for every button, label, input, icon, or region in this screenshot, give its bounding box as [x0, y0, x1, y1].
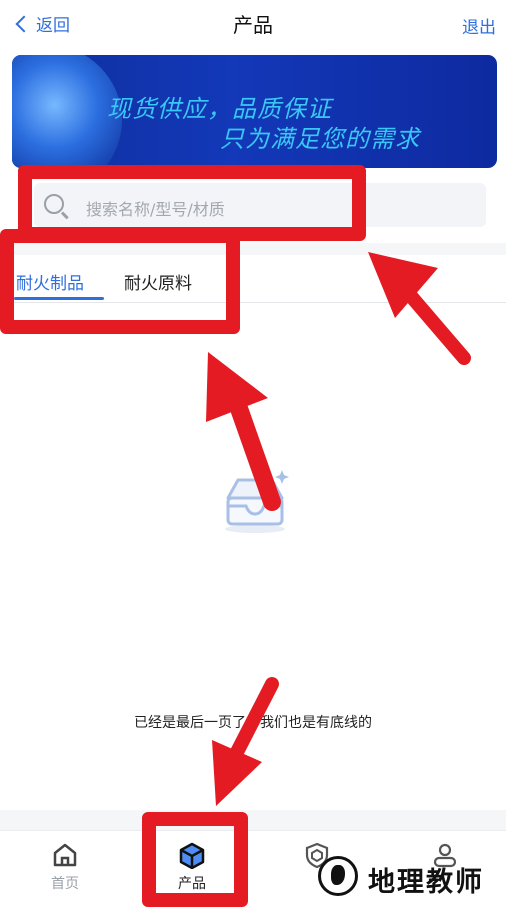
watermark-logo-icon: [318, 856, 358, 896]
nav-item-home[interactable]: 首页: [15, 841, 115, 893]
header-bar: 返回 产品 退出: [0, 0, 506, 48]
home-icon: [53, 843, 77, 867]
annotation-box-product-nav: [142, 812, 248, 907]
banner-slogan-line2: 只为满足您的需求: [220, 125, 420, 153]
list-end-message: 已经是最后一页了，我们也是有底线的: [134, 715, 372, 731]
globe-graphic: [12, 55, 122, 168]
bottom-spacer: [0, 810, 506, 830]
page-title: 产品: [233, 13, 273, 37]
watermark: 地理教师: [300, 850, 506, 902]
annotation-box-tabs: [0, 229, 240, 334]
watermark-text: 地理教师: [368, 867, 484, 898]
empty-box-icon: [222, 466, 292, 536]
arrow-to-product-nav: [212, 677, 279, 806]
promo-banner[interactable]: 现货供应，品质保证 只为满足您的需求: [12, 55, 497, 168]
nav-label-home: 首页: [51, 876, 79, 892]
logout-button[interactable]: 退出: [462, 13, 496, 38]
